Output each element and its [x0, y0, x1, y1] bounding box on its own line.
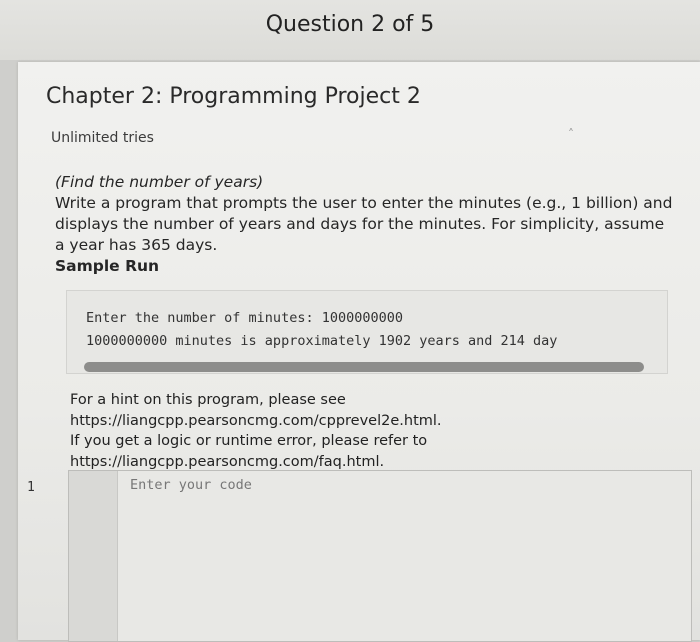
description-line: Write a program that prompts the user to…	[55, 194, 673, 212]
hint-line: For a hint on this program, please see	[70, 392, 346, 408]
tries-label: Unlimited tries	[51, 130, 154, 146]
problem-description: (Find the number of years) Write a progr…	[55, 172, 695, 277]
line-number-gutter	[69, 471, 118, 641]
faq-link[interactable]: https://liangcpp.pearsoncmg.com/faq.html…	[70, 452, 530, 473]
sample-run-line: 1000000000 minutes is approximately 1902…	[86, 333, 558, 349]
problem-heading: (Find the number of years)	[55, 173, 264, 191]
hint-line: If you get a logic or runtime error, ple…	[70, 433, 428, 449]
description-line: displays the number of years and days fo…	[55, 215, 665, 233]
code-editor[interactable]	[68, 470, 692, 642]
sample-run-line: Enter the number of minutes: 1000000000	[86, 310, 403, 326]
code-input-placeholder[interactable]: Enter your code	[130, 477, 252, 493]
description-line: a year has 365 days.	[55, 236, 218, 254]
problem-title: Chapter 2: Programming Project 2	[46, 84, 421, 109]
hint-link[interactable]: https://liangcpp.pearsoncmg.com/cpprevel…	[70, 411, 530, 432]
cursor-mark: ˄	[568, 127, 574, 141]
question-counter: Question 2 of 5	[265, 12, 435, 37]
horizontal-scrollbar[interactable]	[84, 362, 644, 372]
sample-run-label: Sample Run	[55, 257, 160, 275]
line-number: 1	[27, 480, 35, 495]
hint-text: For a hint on this program, please see h…	[70, 390, 530, 472]
